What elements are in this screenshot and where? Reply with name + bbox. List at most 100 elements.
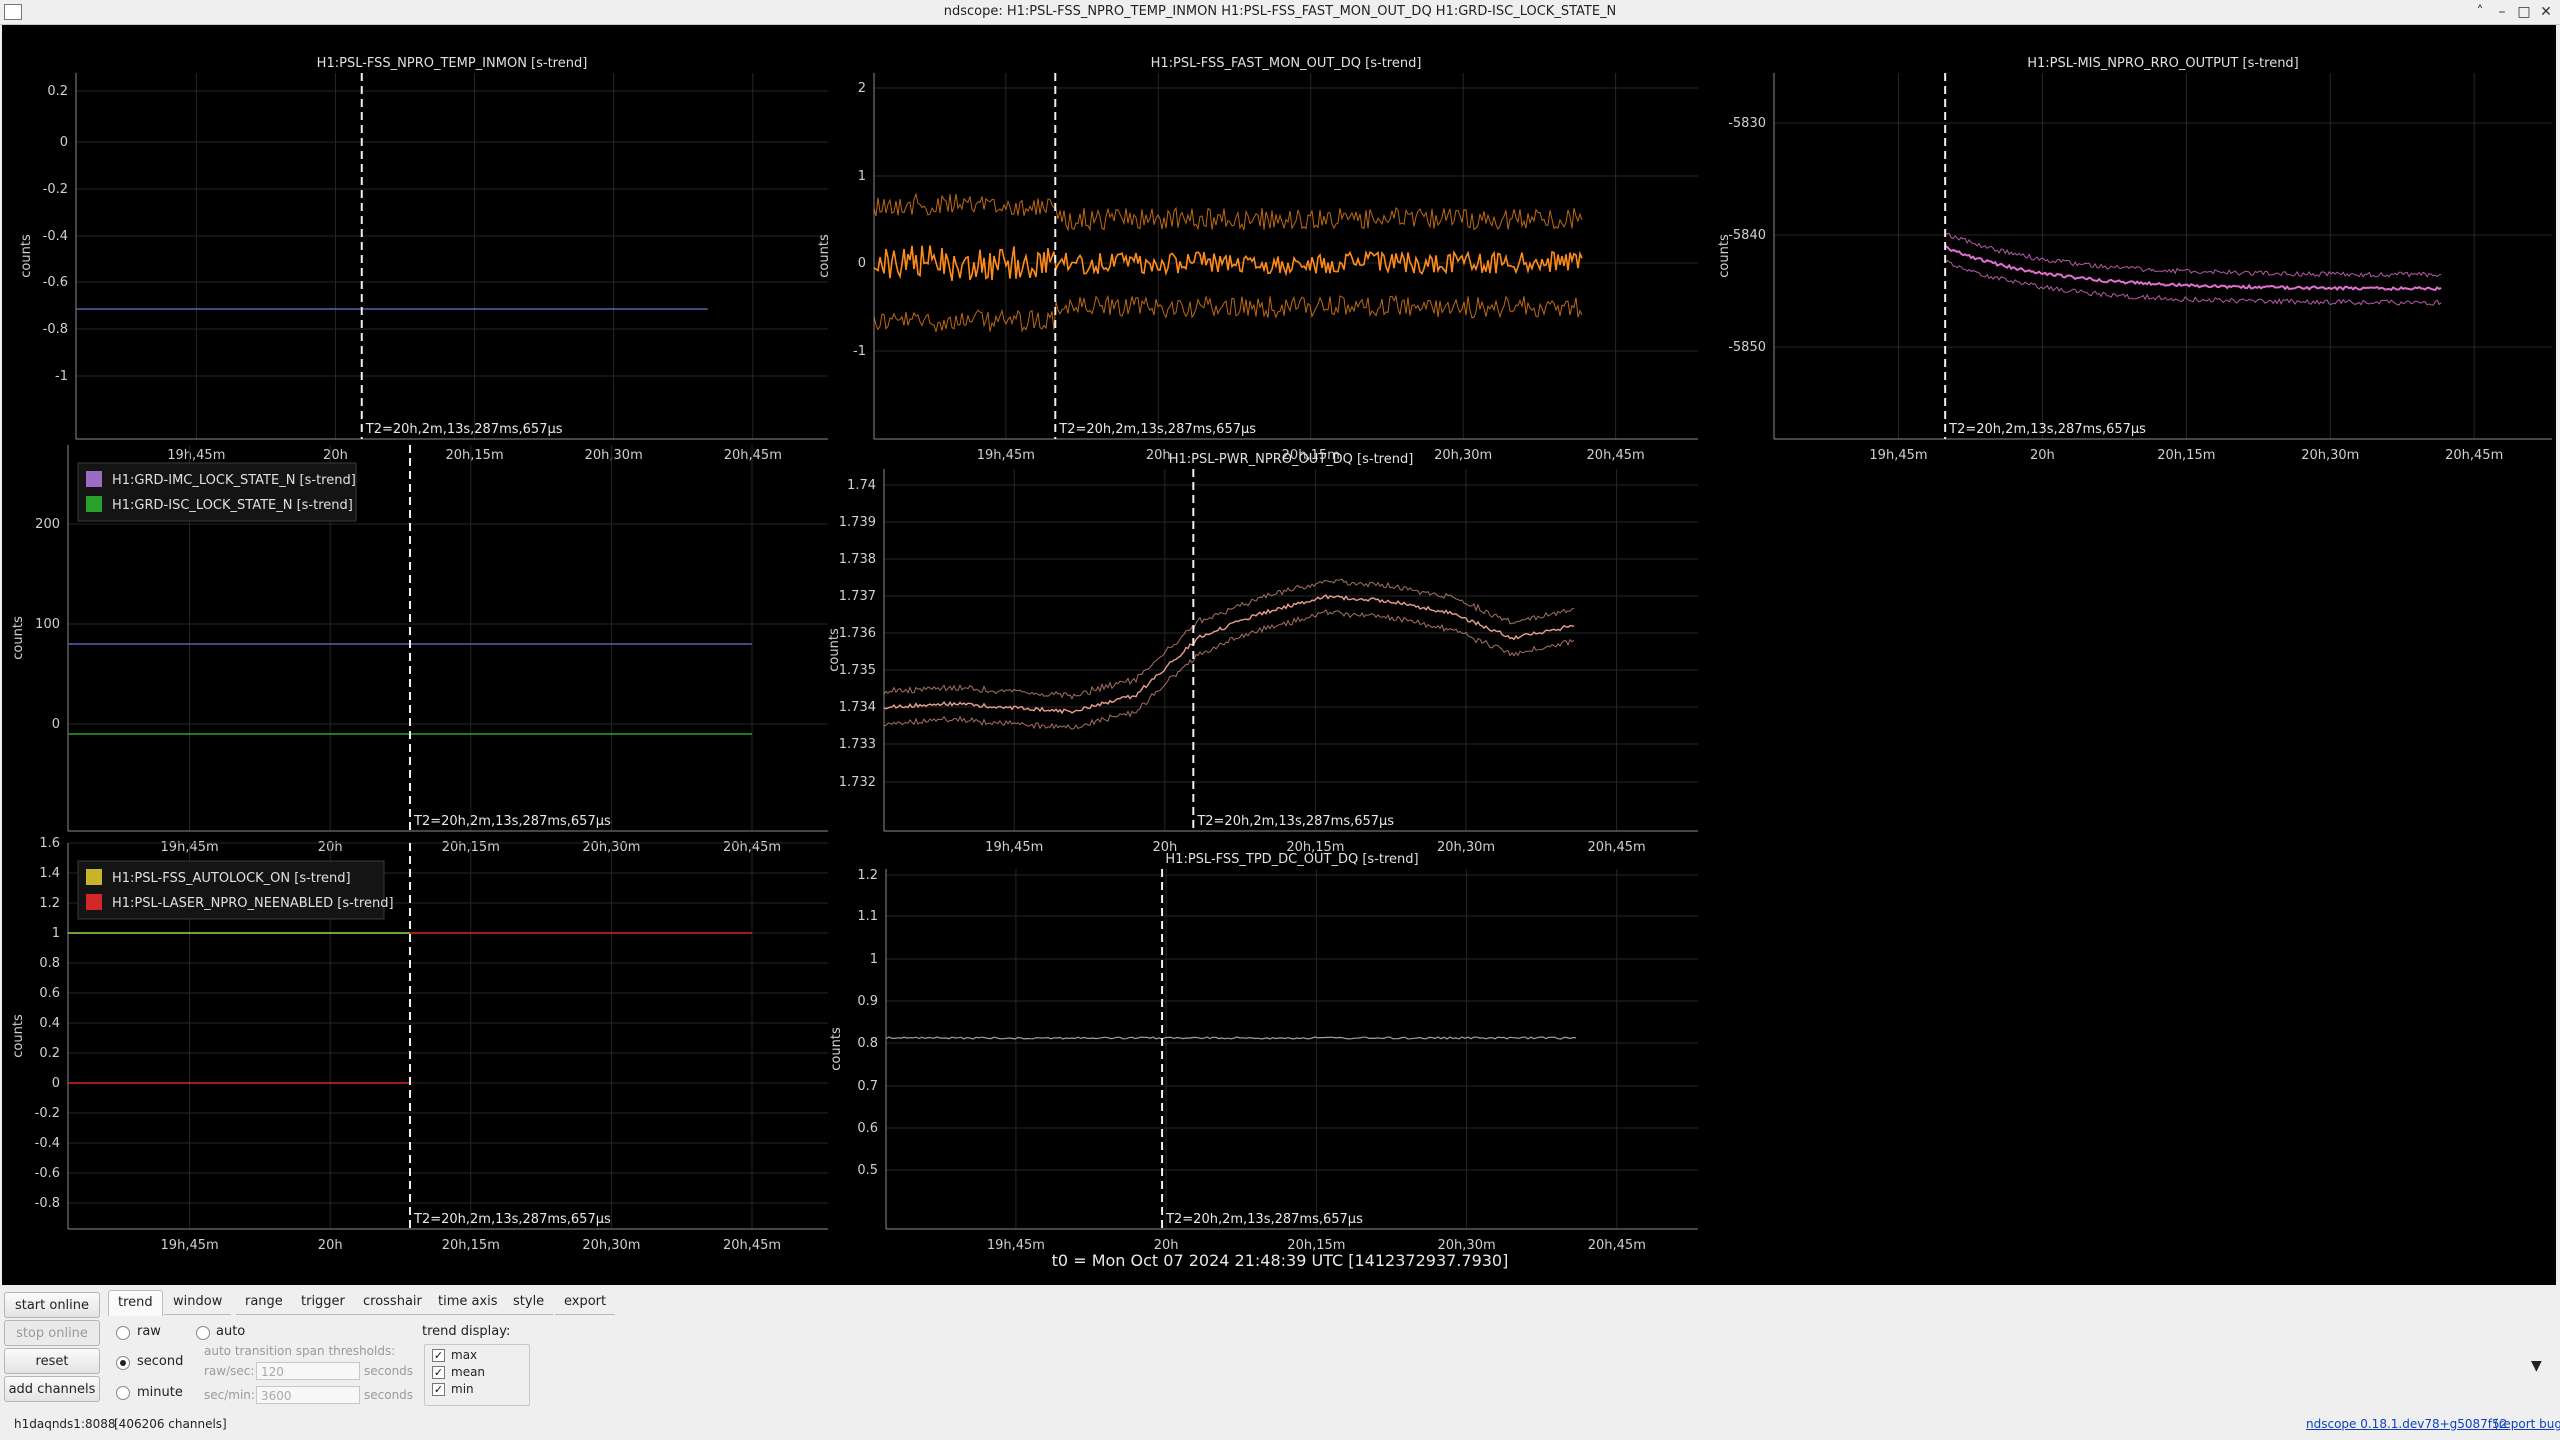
plot-title: H1:PSL-FSS_NPRO_TEMP_INMON [s-trend]	[317, 56, 588, 71]
mean-label: mean	[451, 1365, 486, 1379]
plot-panel-1[interactable]: H1:PSL-FSS_NPRO_TEMP_INMON [s-trend] 0.2 0…	[19, 56, 828, 463]
reset-button[interactable]: reset	[4, 1348, 100, 1374]
plot-panel-2[interactable]: H1:PSL-FSS_FAST_MON_OUT_DQ [s-trend] 2 1 0 -…	[817, 56, 1698, 463]
raw-sec-unit: seconds	[364, 1364, 414, 1378]
plot-panel-3[interactable]: H1:PSL-MIS_NPRO_RRO_OUTPUT [s-trend] -583…	[1717, 56, 2552, 463]
raw-label: raw	[137, 1324, 161, 1339]
close-button[interactable]: ✕	[2536, 2, 2556, 22]
legend-label: H1:GRD-ISC_LOCK_STATE_N [s-trend]	[112, 498, 353, 513]
control-panel: start online stop online reset add chann…	[0, 1286, 2560, 1440]
legend-swatch	[86, 496, 102, 512]
y-tick-label: 1.6	[39, 836, 60, 851]
series-fast-mon-max	[873, 192, 1583, 232]
raw-radio[interactable]	[116, 1326, 130, 1340]
tab-range[interactable]: range	[236, 1290, 292, 1315]
t2-cursor-label: T2=20h,2m,13s,287ms,657µs	[1196, 814, 1394, 829]
report-bug-link[interactable]: (report bug)	[2494, 1417, 2560, 1431]
x-tick-label: 20h,30m	[2301, 448, 2359, 463]
minute-label: minute	[137, 1385, 183, 1400]
server-label: h1daqnds1:8088	[14, 1417, 116, 1431]
t2-cursor-label: T2=20h,2m,13s,287ms,657µs	[413, 814, 611, 829]
x-tick-label: 20h,30m	[585, 448, 643, 463]
t2-cursor-label: T2=20h,2m,13s,287ms,657µs	[1058, 422, 1256, 437]
min-label: min	[451, 1382, 474, 1396]
x-tick-label: 19h,45m	[161, 1238, 219, 1253]
mean-checkbox[interactable]: ✓	[432, 1366, 445, 1379]
tab-time-axis[interactable]: time axis	[429, 1290, 507, 1315]
min-checkbox[interactable]: ✓	[432, 1383, 445, 1396]
minute-radio[interactable]	[116, 1386, 130, 1400]
add-channels-button[interactable]: add channels	[4, 1376, 100, 1402]
stop-online-button[interactable]: stop online	[4, 1320, 100, 1346]
x-tick-label: 20h,45m	[723, 1238, 781, 1253]
series-fast-mon-min	[873, 294, 1583, 333]
t0-label: t0 = Mon Oct 07 2024 21:48:39 UTC [14123…	[1052, 1251, 1509, 1270]
tab-export[interactable]: export	[555, 1290, 616, 1315]
x-tick-label: 20h,30m	[582, 1238, 640, 1253]
tab-window[interactable]: window	[164, 1290, 232, 1315]
x-tick-label: 20h,15m	[2157, 448, 2215, 463]
expand-arrow-icon[interactable]: ▼	[2531, 1358, 2542, 1374]
y-tick-label: 1.4	[39, 866, 60, 881]
y-axis-label: counts	[829, 1027, 844, 1071]
x-tick-label: 20h,45m	[1588, 1238, 1646, 1253]
y-tick-label: -0.8	[35, 1196, 60, 1211]
auto-radio[interactable]	[196, 1326, 210, 1340]
x-tick-label: 20h,30m	[1434, 448, 1492, 463]
plot-area[interactable]: H1:PSL-FSS_NPRO_TEMP_INMON [s-trend] 0.2 0…	[2, 25, 2556, 1285]
x-tick-label: 20h,45m	[1587, 448, 1645, 463]
y-tick-label: 0.2	[39, 1046, 60, 1061]
sec-min-input[interactable]: 3600	[256, 1386, 360, 1404]
second-radio[interactable]	[116, 1356, 130, 1370]
t2-cursor-label: T2=20h,2m,13s,287ms,657µs	[413, 1212, 611, 1227]
x-tick-label: 20h,45m	[724, 448, 782, 463]
x-tick-label: 20h	[318, 1238, 343, 1253]
y-tick-label: 1.734	[839, 700, 876, 715]
raw-sec-label: raw/sec:	[204, 1364, 255, 1378]
minimize-button[interactable]: –	[2492, 2, 2512, 22]
series-pwr-mean	[883, 594, 1575, 715]
start-online-button[interactable]: start online	[4, 1292, 100, 1318]
plot-panel-6[interactable]: 1.6 1.4 1.2 1 0.8 0.6 0.4 0.2 0 -0.2 -0.4 -0.6 -0.8 1…	[11, 836, 828, 1253]
series-rro-max	[1944, 232, 2442, 278]
y-tick-label: 0.6	[857, 1121, 878, 1136]
y-axis-label: counts	[11, 616, 26, 660]
y-tick-label: 0	[60, 135, 68, 150]
tab-crosshair[interactable]: crosshair	[354, 1290, 431, 1315]
plots-canvas[interactable]: H1:PSL-FSS_NPRO_TEMP_INMON [s-trend] 0.2 0…	[2, 25, 2556, 1285]
y-tick-label: -0.8	[43, 322, 68, 337]
series-tpd-dc	[885, 1036, 1577, 1040]
y-tick-label: 0.6	[39, 986, 60, 1001]
x-tick-label: 19h,45m	[977, 448, 1035, 463]
plot-panel-4[interactable]: 200 100 0 19h,45m 20h 20h,15m 20h,30m 20h,45m co…	[11, 445, 828, 855]
y-axis-label: counts	[19, 234, 34, 278]
sec-min-label: sec/min:	[204, 1388, 255, 1402]
y-tick-label: 0.8	[39, 956, 60, 971]
raw-sec-input[interactable]: 120	[256, 1362, 360, 1380]
x-tick-label: 19h,45m	[985, 840, 1043, 855]
legend-label: H1:GRD-IMC_LOCK_STATE_N [s-trend]	[112, 473, 356, 488]
x-tick-label: 19h,45m	[167, 448, 225, 463]
y-tick-label: 1	[858, 169, 866, 184]
tab-trigger[interactable]: trigger	[292, 1290, 354, 1315]
version-link[interactable]: ndscope 0.18.1.dev78+g5087f52	[2306, 1417, 2507, 1431]
x-tick-label: 19h,45m	[987, 1238, 1045, 1253]
plot-title: H1:PSL-PWR_NPRO_OUT_DQ [s-trend]	[1169, 452, 1414, 467]
y-tick-label: 0	[52, 1076, 60, 1091]
t2-cursor-label: T2=20h,2m,13s,287ms,657µs	[365, 422, 563, 437]
trend-display-label: trend display:	[422, 1324, 511, 1339]
series-pwr-max	[883, 578, 1575, 700]
x-tick-label: 20h	[1146, 448, 1171, 463]
tab-style[interactable]: style	[504, 1290, 554, 1315]
maximize-button[interactable]: □	[2514, 2, 2534, 22]
y-tick-label: 1.2	[857, 868, 878, 883]
auto-label: auto	[216, 1324, 246, 1339]
y-tick-label: 0.2	[47, 84, 68, 99]
tab-trend[interactable]: trend	[108, 1290, 163, 1316]
minimize-alt-button[interactable]: ˄	[2470, 2, 2490, 22]
y-tick-label: -0.2	[43, 182, 68, 197]
plot-panel-5[interactable]: H1:PSL-PWR_NPRO_OUT_DQ [s-trend] 1.74 1.73…	[827, 452, 1698, 855]
y-tick-label: 0.9	[857, 994, 878, 1009]
plot-panel-7[interactable]: H1:PSL-FSS_TPD_DC_OUT_DQ [s-trend] 1.2 1.1…	[829, 852, 1698, 1253]
max-checkbox[interactable]: ✓	[432, 1349, 445, 1362]
